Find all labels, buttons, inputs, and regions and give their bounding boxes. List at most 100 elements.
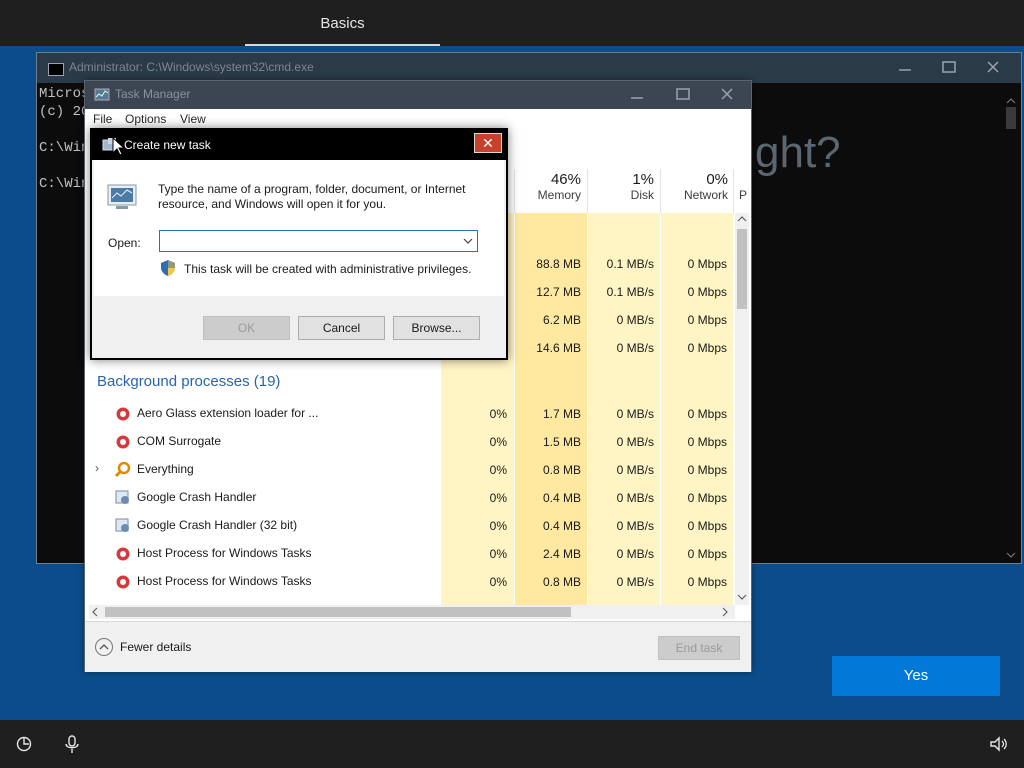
close-icon[interactable] bbox=[971, 56, 1015, 80]
memory-label: Memory bbox=[537, 188, 581, 202]
cpu-value: 0% bbox=[489, 435, 507, 449]
cmd-line: Micros bbox=[39, 86, 90, 102]
task-manager-icon bbox=[94, 88, 110, 101]
disk-pct: 1% bbox=[632, 171, 654, 188]
chevron-down-icon[interactable] bbox=[461, 235, 475, 247]
disk-value: 0 MB/s bbox=[616, 435, 654, 449]
app-row-memory: 14.6 MB bbox=[536, 341, 581, 355]
app-row-network: 0 Mbps bbox=[687, 341, 727, 355]
network-value: 0 Mbps bbox=[687, 519, 727, 533]
vertical-scrollbar[interactable] bbox=[735, 213, 749, 605]
cmd-output: Micros (c) 20 C:\Win C:\Win bbox=[39, 85, 89, 193]
column-header-memory[interactable]: 46% Memory bbox=[515, 171, 581, 211]
process-row[interactable]: COM Surrogate bbox=[85, 427, 440, 455]
tm-titlebar[interactable]: Task Manager bbox=[85, 81, 751, 109]
cpu-value: 0% bbox=[489, 519, 507, 533]
disk-value: 0 MB/s bbox=[616, 491, 654, 505]
cancel-button[interactable]: Cancel bbox=[298, 316, 385, 340]
crash-handler-icon bbox=[115, 490, 129, 504]
cmd-line bbox=[39, 157, 89, 175]
open-label: Open: bbox=[108, 236, 141, 250]
menu-file[interactable]: File bbox=[93, 112, 112, 126]
memory-value: 0.4 MB bbox=[542, 519, 581, 533]
fewer-details-link[interactable]: Fewer details bbox=[120, 640, 191, 654]
host-process-icon bbox=[116, 575, 130, 589]
yes-button[interactable]: Yes bbox=[832, 656, 1000, 696]
tm-title: Task Manager bbox=[115, 87, 191, 101]
end-task-button[interactable]: End task bbox=[658, 636, 740, 660]
close-icon[interactable]: ✕ bbox=[474, 133, 502, 153]
tm-footer: Fewer details End task bbox=[85, 621, 751, 672]
cmd-scrollbar[interactable] bbox=[1003, 97, 1019, 563]
group-header-background: Background processes (19) bbox=[97, 373, 281, 390]
app-row-network: 0 Mbps bbox=[687, 313, 727, 327]
process-row[interactable]: Host Process for Windows Tasks bbox=[85, 567, 440, 595]
disk-value: 0 MB/s bbox=[616, 519, 654, 533]
network-value: 0 Mbps bbox=[687, 407, 727, 421]
process-row[interactable]: Google Crash Handler bbox=[85, 483, 440, 511]
dialog-body: Type the name of a program, folder, docu… bbox=[94, 160, 504, 296]
process-name: Google Crash Handler bbox=[137, 490, 257, 504]
microphone-icon[interactable] bbox=[62, 734, 82, 754]
menu-view[interactable]: View bbox=[180, 112, 206, 126]
ease-of-access-icon[interactable] bbox=[14, 734, 34, 754]
app-row-network: 0 Mbps bbox=[687, 257, 727, 271]
setup-header: Basics bbox=[0, 0, 1024, 46]
app-row-disk: 0 MB/s bbox=[616, 313, 654, 327]
maximize-icon[interactable] bbox=[661, 84, 705, 108]
process-row[interactable]: Host Process for Windows Tasks bbox=[85, 539, 440, 567]
dialog-title: Create new task bbox=[124, 138, 211, 152]
cpu-value: 0% bbox=[489, 547, 507, 561]
cmd-app-icon bbox=[48, 63, 64, 76]
cpu-value: 0% bbox=[489, 575, 507, 589]
menu-options[interactable]: Options bbox=[125, 112, 166, 126]
process-name: Google Crash Handler (32 bit) bbox=[137, 518, 298, 532]
dialog-message: Type the name of a program, folder, docu… bbox=[158, 182, 466, 211]
network-pct: 0% bbox=[706, 171, 728, 188]
process-name: Everything bbox=[137, 462, 194, 476]
disk-label: Disk bbox=[630, 188, 654, 202]
crash-handler-icon bbox=[115, 518, 129, 532]
host-process-icon bbox=[116, 547, 130, 561]
process-name: Aero Glass extension loader for ... bbox=[137, 406, 319, 420]
browse-button[interactable]: Browse... bbox=[393, 316, 480, 340]
memory-value: 0.8 MB bbox=[542, 463, 581, 477]
app-row-memory: 6.2 MB bbox=[542, 313, 581, 327]
close-icon[interactable] bbox=[705, 84, 749, 108]
dialog-titlebar[interactable]: Create new task ✕ bbox=[92, 130, 506, 160]
column-header-disk[interactable]: 1% Disk bbox=[588, 171, 654, 211]
volume-icon[interactable] bbox=[988, 734, 1008, 754]
network-value: 0 Mbps bbox=[687, 547, 727, 561]
power-pct bbox=[739, 171, 749, 188]
app-row-disk: 0.1 MB/s bbox=[606, 285, 654, 299]
disk-value: 0 MB/s bbox=[616, 463, 654, 477]
app-row-network: 0 Mbps bbox=[687, 285, 727, 299]
cpu-value: 0% bbox=[489, 463, 507, 477]
memory-value: 1.7 MB bbox=[542, 407, 581, 421]
minimize-icon[interactable] bbox=[615, 84, 659, 108]
process-name: Host Process for Windows Tasks bbox=[137, 574, 312, 588]
cmd-title: Administrator: C:\Windows\system32\cmd.e… bbox=[69, 60, 314, 74]
tab-basics[interactable]: Basics bbox=[245, 0, 440, 46]
maximize-icon[interactable] bbox=[927, 56, 971, 80]
chevron-up-circle-icon[interactable] bbox=[94, 637, 114, 657]
process-row[interactable]: Aero Glass extension loader for ... bbox=[85, 399, 440, 427]
cmd-titlebar[interactable]: Administrator: C:\Windows\system32\cmd.e… bbox=[37, 53, 1021, 83]
ok-button[interactable]: OK bbox=[203, 316, 290, 340]
chevron-right-icon[interactable]: › bbox=[95, 461, 99, 475]
column-header-power[interactable]: P bbox=[739, 171, 749, 211]
network-label: Network bbox=[683, 188, 728, 202]
memory-value: 1.5 MB bbox=[542, 435, 581, 449]
network-value: 0 Mbps bbox=[687, 435, 727, 449]
open-combobox[interactable] bbox=[159, 230, 478, 252]
process-row[interactable]: › Everything bbox=[85, 455, 440, 483]
create-new-task-dialog[interactable]: Create new task ✕ Type the name of a pro… bbox=[90, 128, 508, 360]
horizontal-scrollbar[interactable] bbox=[89, 605, 735, 619]
minimize-icon[interactable] bbox=[883, 56, 927, 80]
app-row-disk: 0.1 MB/s bbox=[606, 257, 654, 271]
network-value: 0 Mbps bbox=[687, 491, 727, 505]
cpu-value: 0% bbox=[489, 491, 507, 505]
column-header-network[interactable]: 0% Network bbox=[661, 171, 728, 211]
process-row[interactable]: Google Crash Handler (32 bit) bbox=[85, 511, 440, 539]
setup-question-text: ght? bbox=[755, 128, 841, 177]
